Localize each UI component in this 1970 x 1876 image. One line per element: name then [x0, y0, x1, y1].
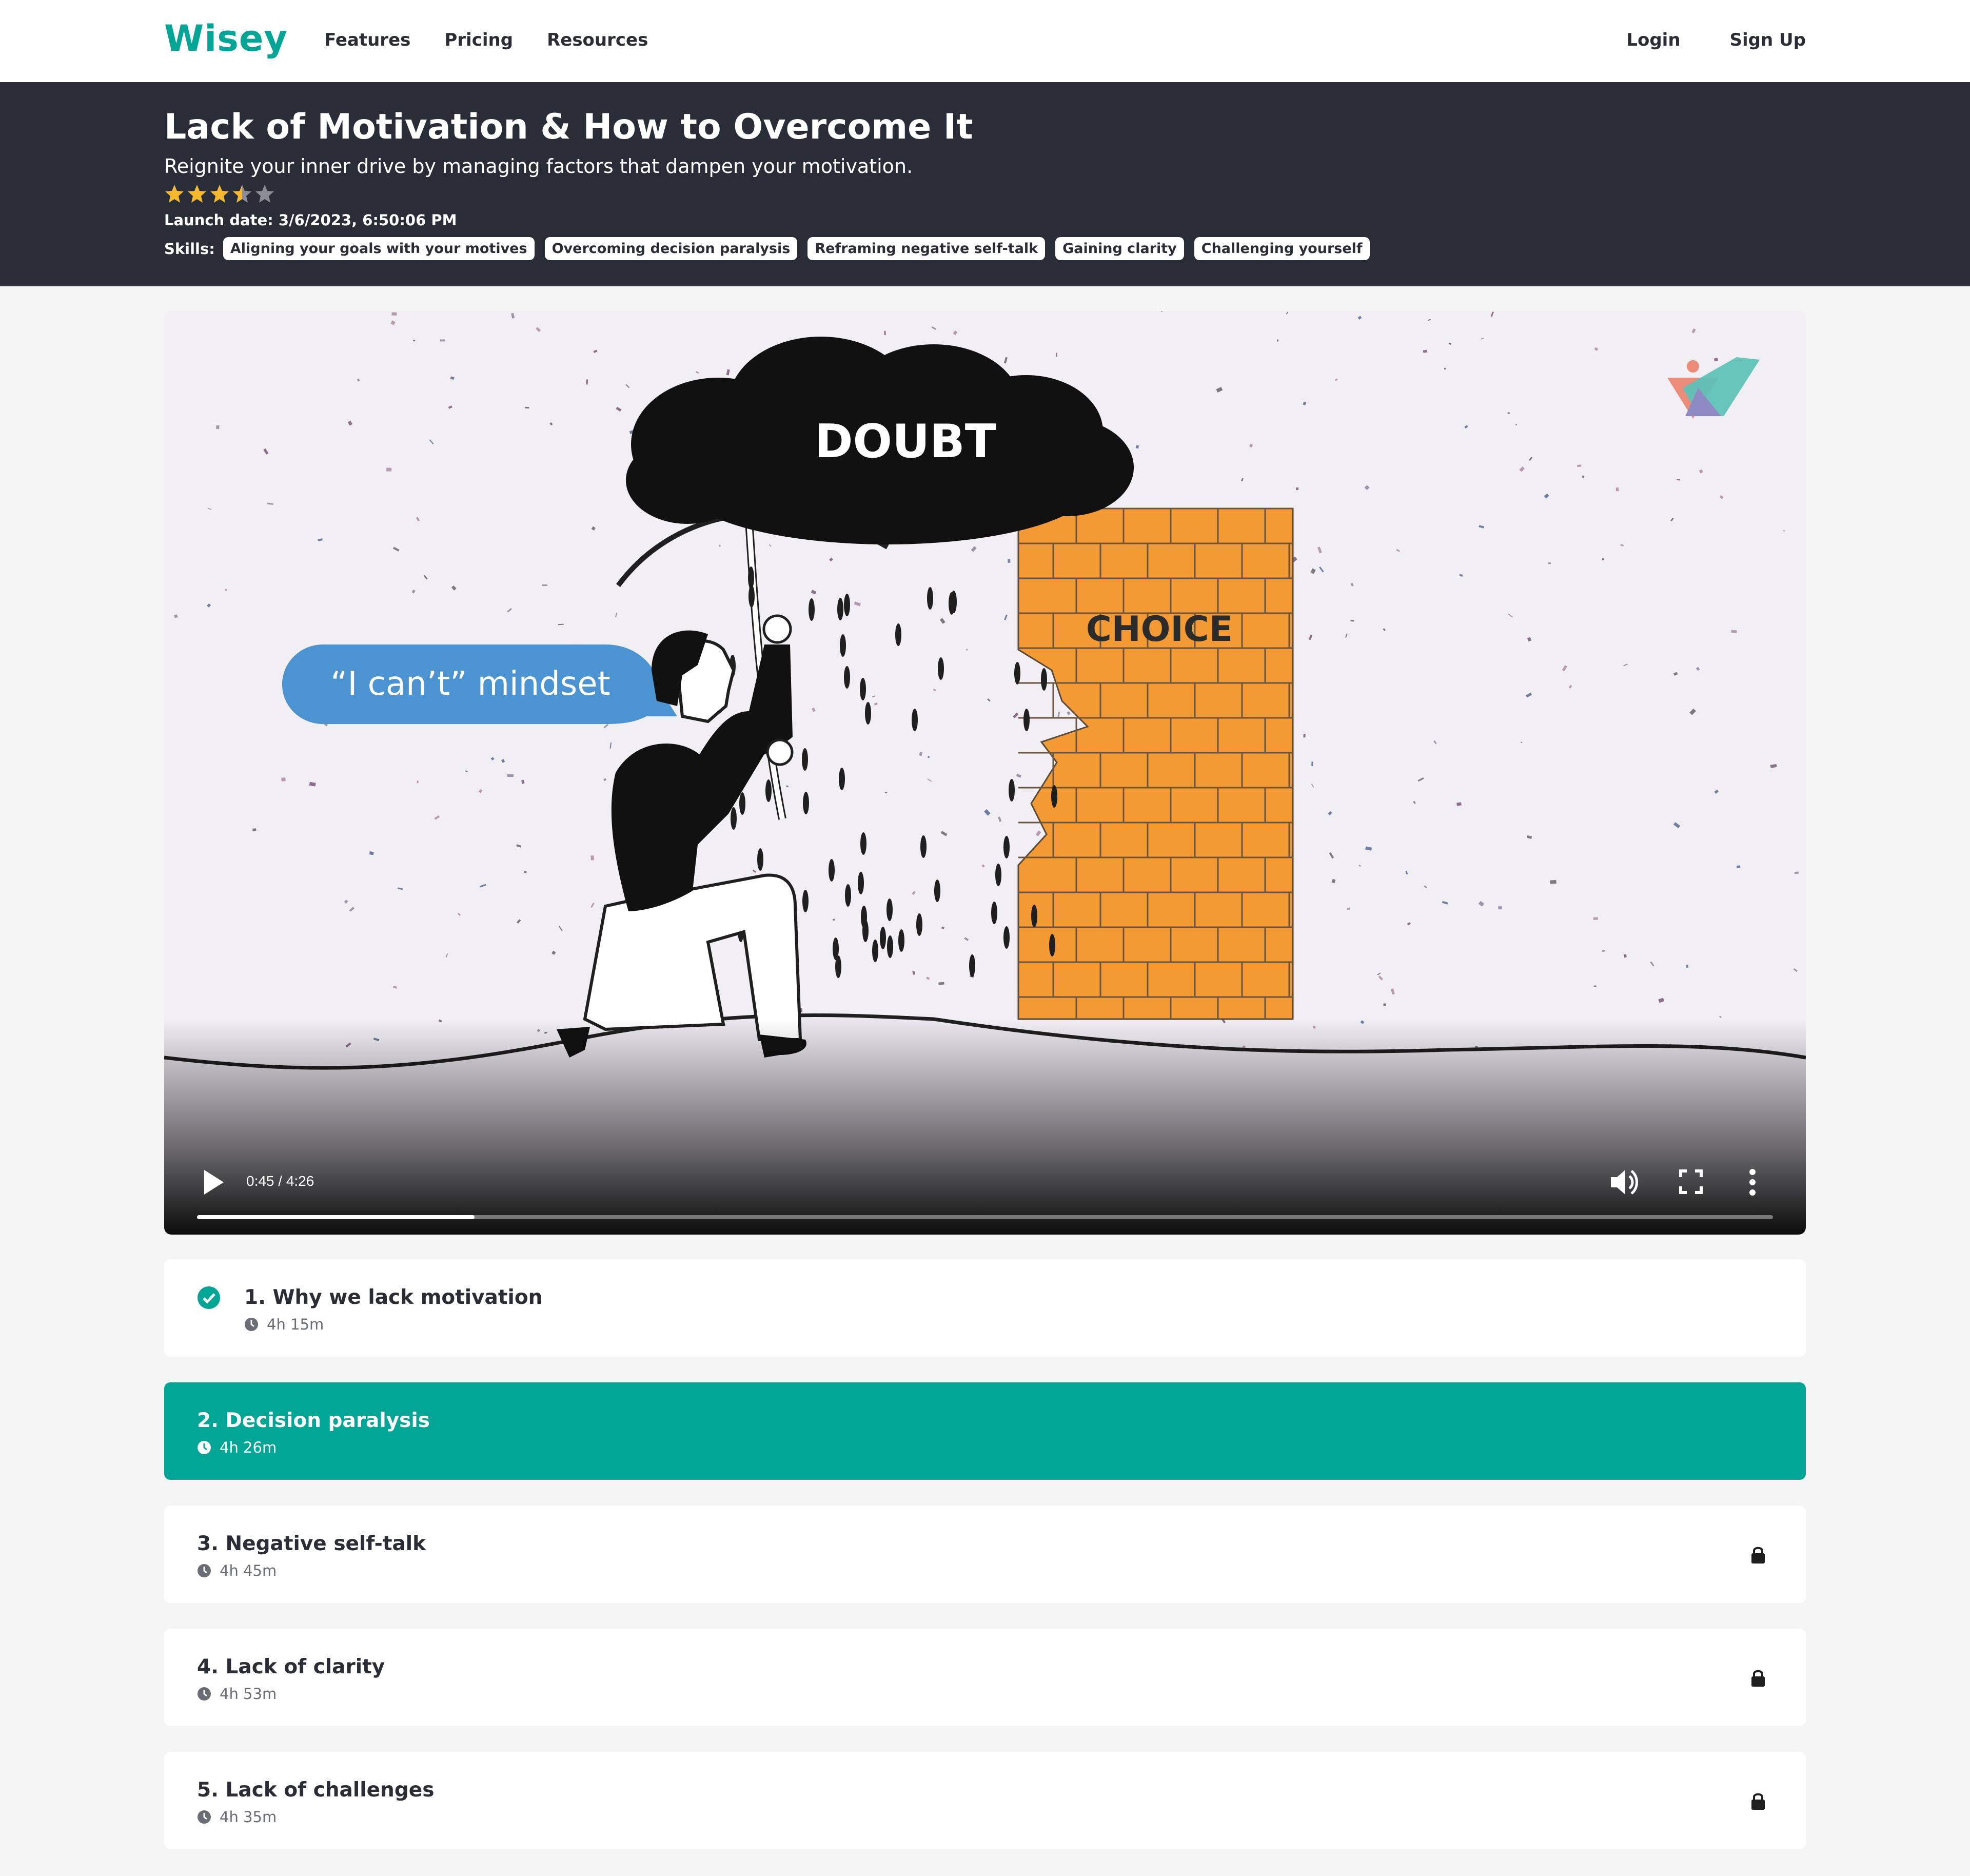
lesson-duration-text: 4h 53m: [220, 1685, 277, 1703]
clock-icon: [198, 1441, 211, 1454]
star-icon: [255, 185, 274, 203]
lesson-duration: 4h 26m: [197, 1439, 277, 1456]
signup-link[interactable]: Sign Up: [1730, 30, 1806, 50]
brick-wall: CHOICE: [1017, 507, 1294, 1020]
lock-icon: [1751, 1670, 1765, 1687]
nav-links: Features Pricing Resources: [324, 30, 682, 50]
top-navbar: Wisey Features Pricing Resources Login S…: [0, 0, 1970, 82]
more-options-icon[interactable]: [1746, 1168, 1759, 1197]
launch-date: Launch date: 3/6/2023, 6:50:06 PM: [164, 211, 457, 229]
wall-text: CHOICE: [1086, 609, 1233, 650]
lesson-duration-text: 4h 45m: [220, 1562, 277, 1579]
cloud-text: DOUBT: [815, 415, 996, 468]
volume-icon[interactable]: [1609, 1168, 1640, 1197]
video-progress-fill: [197, 1215, 475, 1219]
bubble-text: “I can’t” mindset: [330, 665, 610, 703]
doubt-cloud: DOUBT: [626, 337, 1134, 544]
lesson-title: 3. Negative self-talk: [197, 1532, 426, 1555]
lesson-duration-text: 4h 26m: [220, 1439, 277, 1456]
logo[interactable]: Wisey: [164, 17, 288, 60]
star-icon: [233, 185, 251, 203]
lock-icon: [1751, 1793, 1765, 1810]
wisey-mark-icon: [1667, 357, 1760, 419]
lesson-duration: 4h 35m: [197, 1808, 277, 1826]
lesson-list: 1. Why we lack motivation 4h 15m 2. Deci…: [164, 1259, 1806, 1875]
lesson-title: 4. Lack of clarity: [197, 1655, 385, 1678]
course-subtitle: Reignite your inner drive by managing fa…: [164, 155, 913, 178]
clock-icon: [245, 1318, 258, 1331]
lesson-duration-text: 4h 35m: [220, 1808, 277, 1826]
video-controls: 0:45 / 4:26: [164, 1158, 1806, 1235]
lesson-title: 2. Decision paralysis: [197, 1409, 430, 1432]
lesson-item[interactable]: 3. Negative self-talk 4h 45m: [164, 1506, 1806, 1603]
lesson-item-active[interactable]: 2. Decision paralysis 4h 26m: [164, 1382, 1806, 1480]
lock-icon: [1751, 1547, 1765, 1564]
rating-stars: [164, 184, 275, 204]
lesson-item[interactable]: 4. Lack of clarity 4h 53m: [164, 1629, 1806, 1726]
skill-chip: Challenging yourself: [1194, 237, 1370, 260]
nav-link-resources[interactable]: Resources: [547, 30, 648, 50]
video-progress-bar[interactable]: [197, 1215, 1773, 1219]
skill-chip: Reframing negative self-talk: [807, 237, 1046, 260]
skill-chip: Aligning your goals with your motives: [223, 237, 535, 260]
lesson-item[interactable]: 5. Lack of challenges 4h 35m: [164, 1752, 1806, 1849]
clock-icon: [198, 1687, 211, 1701]
nav-link-pricing[interactable]: Pricing: [444, 30, 513, 50]
nav-link-features[interactable]: Features: [324, 30, 410, 50]
lesson-duration: 4h 15m: [244, 1316, 324, 1333]
clock-icon: [198, 1810, 211, 1824]
star-icon: [188, 185, 206, 203]
star-icon: [210, 185, 229, 203]
play-icon[interactable]: [201, 1168, 226, 1197]
lesson-item[interactable]: 1. Why we lack motivation 4h 15m: [164, 1259, 1806, 1357]
skill-chip: Gaining clarity: [1055, 237, 1184, 260]
course-header: Lack of Motivation & How to Overcome It …: [0, 82, 1970, 286]
check-circle-icon: [198, 1286, 220, 1309]
skills-label: Skills:: [164, 240, 215, 258]
speech-bubble: “I can’t” mindset: [282, 644, 677, 724]
skills-row: Skills: Aligning your goals with your mo…: [164, 237, 1380, 260]
lesson-duration: 4h 45m: [197, 1562, 277, 1579]
course-title: Lack of Motivation & How to Overcome It: [164, 107, 973, 147]
video-time: 0:45 / 4:26: [246, 1173, 314, 1189]
skill-chip: Overcoming decision paralysis: [544, 237, 798, 260]
lesson-title: 1. Why we lack motivation: [244, 1286, 543, 1309]
lesson-title: 5. Lack of challenges: [197, 1779, 435, 1802]
lesson-duration-text: 4h 15m: [267, 1316, 324, 1333]
star-icon: [165, 185, 184, 203]
video-player[interactable]: CHOICE DOUBT “I can’t” mindset 0:45 / 4:…: [164, 311, 1806, 1235]
fullscreen-icon[interactable]: [1679, 1169, 1703, 1195]
clock-icon: [198, 1564, 211, 1577]
login-link[interactable]: Login: [1626, 30, 1680, 50]
lesson-duration: 4h 53m: [197, 1685, 277, 1703]
auth-links: Login Sign Up: [1577, 30, 1806, 50]
